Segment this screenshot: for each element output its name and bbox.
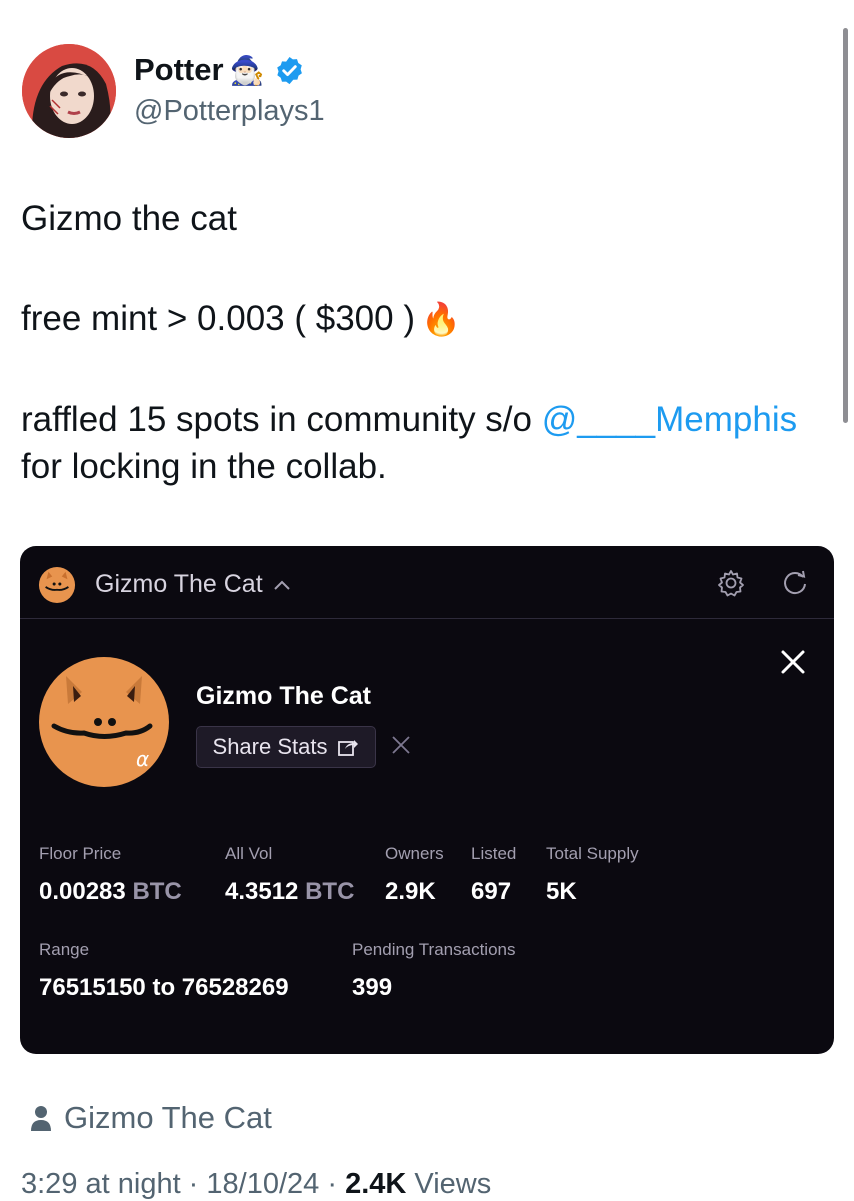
author-avatar[interactable] xyxy=(22,44,116,138)
floor-price-number: 0.00283 xyxy=(39,878,126,905)
close-icon[interactable] xyxy=(780,649,806,675)
svg-text:α: α xyxy=(136,747,149,771)
pending-transactions-label: Pending Transactions xyxy=(352,940,516,959)
x-logo-icon[interactable] xyxy=(391,735,411,755)
mention-link[interactable]: @____Memphis xyxy=(542,400,797,439)
share-stats-button[interactable]: Share Stats xyxy=(196,726,376,768)
gear-icon[interactable] xyxy=(716,568,746,598)
all-vol-number: 4.3512 xyxy=(225,878,299,905)
listed-label: Listed xyxy=(471,844,517,863)
floor-price-label: Floor Price xyxy=(39,844,122,863)
header-collection-toggle[interactable]: Gizmo The Cat xyxy=(95,570,291,599)
tweet-line-2: free mint > 0.003 ( $300 ) 🔥 xyxy=(21,295,461,343)
tweet-timestamp[interactable]: 3:29 at night · 18/10/24 · xyxy=(21,1168,345,1200)
attribution-text: Gizmo The Cat xyxy=(64,1100,272,1135)
gizmo-logo-icon xyxy=(38,566,76,604)
collection-card[interactable]: Gizmo The Cat α Gizmo The Cat Share Stat… xyxy=(20,546,834,1054)
total-supply-value: 5K xyxy=(546,878,577,905)
author-name[interactable]: Potter 🧙🏻‍♂️ xyxy=(134,52,305,88)
views-label: Views xyxy=(406,1168,492,1200)
fire-emoji-icon: 🔥 xyxy=(420,301,461,337)
collection-name: Gizmo The Cat xyxy=(196,682,372,710)
all-vol-unit: BTC xyxy=(305,878,355,905)
author-name-text: Potter xyxy=(134,52,224,87)
media-attribution[interactable]: Gizmo The Cat xyxy=(30,1100,272,1136)
chevron-up-icon xyxy=(273,580,290,590)
tweet-line-4: for locking in the collab. xyxy=(21,447,387,486)
tweet-line-3-text: raffled 15 spots in community s/o xyxy=(21,400,542,439)
card-header: Gizmo The Cat xyxy=(20,546,834,619)
range-label: Range xyxy=(39,940,90,959)
total-supply-label: Total Supply xyxy=(546,844,639,863)
tweet-meta: 3:29 at night · 18/10/24 · 2.4K Views xyxy=(21,1168,491,1201)
tweet-line-3: raffled 15 spots in community s/o @____M… xyxy=(21,396,797,444)
author-handle[interactable]: @Potterplays1 xyxy=(134,95,325,128)
owners-label: Owners xyxy=(385,844,444,863)
floor-price-value: 0.00283 BTC xyxy=(39,878,182,906)
verified-badge-icon xyxy=(277,56,303,84)
owners-value: 2.9K xyxy=(385,878,436,905)
views-count: 2.4K xyxy=(345,1168,407,1200)
all-vol-label: All Vol xyxy=(225,844,273,863)
floor-price-unit: BTC xyxy=(132,878,182,905)
wizard-emoji-icon: 🧙🏻‍♂️ xyxy=(229,54,265,86)
person-icon xyxy=(31,1106,51,1131)
tweet-line-1: Gizmo the cat xyxy=(21,199,237,238)
all-vol-value: 4.3512 BTC xyxy=(225,878,354,906)
header-collection-title: Gizmo The Cat xyxy=(95,570,263,598)
avatar-image xyxy=(22,44,116,138)
collection-logo-icon: α xyxy=(39,657,169,787)
share-icon xyxy=(338,740,359,756)
scrollbar[interactable] xyxy=(843,28,848,423)
range-value: 76515150 to 76528269 xyxy=(39,974,289,1001)
pending-transactions-value: 399 xyxy=(352,974,393,1001)
tweet-line-2-text: free mint > 0.003 ( $300 ) xyxy=(21,299,415,338)
share-stats-label: Share Stats xyxy=(212,734,328,759)
listed-value: 697 xyxy=(471,878,512,905)
refresh-icon[interactable] xyxy=(781,569,809,597)
